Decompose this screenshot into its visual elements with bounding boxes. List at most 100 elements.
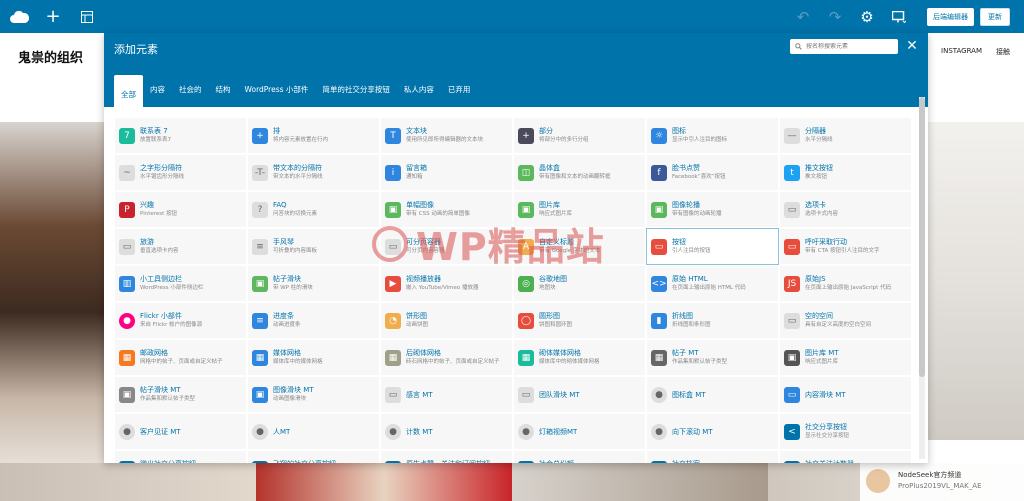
element-label: 留言箱 [406, 164, 427, 172]
element-icon: ▦ [252, 349, 268, 366]
tab-item[interactable]: 私人内容 [397, 81, 441, 99]
element-label: 推文按钮 [805, 164, 833, 172]
element-card[interactable]: JS 原始JS 在页面上输出原始 JavaScript 代码 [779, 265, 912, 302]
element-card[interactable]: ▣ 帖子滑块 MT 作品集和默认帖子类型 [114, 376, 247, 413]
element-card[interactable]: ● 向下滚动 MT [646, 413, 779, 450]
modal-header: 添加元素 ✕ 全部内容社会的结构WordPress 小部件简单的社交分享按钮私人… [104, 33, 928, 107]
element-label: 带文本的分隔符 [273, 164, 322, 172]
element-card[interactable]: ▭ 空的空间 具有自定义高度的空白空间 [779, 302, 912, 339]
element-card[interactable]: ▭ 呼吁采取行动 带有 CTA 按钮引人注目的文字 [779, 228, 912, 265]
element-card[interactable]: ● Flickr 小部件 来自 Flickr 帐户的图像源 [114, 302, 247, 339]
element-card[interactable]: ● 客户见证 MT [114, 413, 247, 450]
element-grid: 7 联系表 7 放置联系表7 + 排将内容元素放置在行内 T 文本块 使用所见即所得编辑器的文… [114, 117, 914, 463]
element-card[interactable]: ≡ 手风琴 可折叠的内容面板 [247, 228, 380, 265]
element-card[interactable]: ▣ 帖子滑块带 WP 柱的滑块 [247, 265, 380, 302]
element-card[interactable]: ▭ 团队滑块 MT [513, 376, 646, 413]
element-icon: i [385, 164, 401, 181]
element-card[interactable]: ? FAQ 问答块的切换元素 [247, 191, 380, 228]
element-label: 社交档案 [672, 459, 705, 463]
element-icon: + [518, 127, 534, 144]
element-icon: < [651, 460, 667, 463]
element-label: 折线图 [672, 312, 693, 320]
element-card[interactable]: -T- 带文本的分隔符 带文本的水平分隔线 [247, 154, 380, 191]
element-card[interactable]: ▥ 小工具侧边栏 WordPress 小部件侧边栏 [114, 265, 247, 302]
element-label: 呼吁采取行动 [805, 238, 847, 246]
tab-item[interactable]: 结构 [209, 81, 238, 99]
element-card[interactable]: + 排将内容元素放置在行内 [247, 117, 380, 154]
nav-item-instagram[interactable]: INSTAGRAM [941, 47, 982, 57]
redo-icon[interactable]: ↷ [819, 0, 851, 33]
cloud-logo-icon[interactable] [2, 0, 36, 33]
element-card[interactable]: — 分隔器 水平分隔线 [779, 117, 912, 154]
element-card[interactable]: <微出社交分享按钮显示微出社交分享按钮 [114, 450, 247, 463]
element-search-box[interactable] [790, 39, 898, 54]
element-card[interactable]: ◯ 圆形图 饼图和圆环图 [513, 302, 646, 339]
scrollbar-thumb[interactable] [919, 97, 925, 377]
tab-item[interactable]: 全部 [114, 75, 143, 107]
add-element-icon[interactable]: + [36, 0, 70, 33]
element-card[interactable]: + 部分 将部分中的多行分组 [513, 117, 646, 154]
element-card[interactable]: 7 联系表 7 放置联系表7 [114, 117, 247, 154]
element-card[interactable]: <社交档案显示社交档案 [646, 450, 779, 463]
element-card[interactable]: ≡ 进度条 动画进度条 [247, 302, 380, 339]
element-card[interactable]: ● 灯箱视频MT [513, 413, 646, 450]
undo-icon[interactable]: ↶ [787, 0, 819, 33]
close-icon[interactable]: ✕ [904, 36, 920, 56]
element-card[interactable]: ● 计数 MT [380, 413, 513, 450]
element-card[interactable]: ▭ 按钮 引人注目的按钮 [646, 228, 779, 265]
element-card[interactable]: ▦ 媒体网格 媒体库中的媒体网格 [247, 339, 380, 376]
element-card[interactable]: ▦ 帖子 MT 作品集和默认帖子类型 [646, 339, 779, 376]
element-card[interactable]: ▦ 邮政网格 网格中的帖子、页面或自定义帖子 [114, 339, 247, 376]
element-card[interactable]: ▦ 后砌体网格 砖石网格中的帖子、页面或自定义帖子 [380, 339, 513, 376]
element-card[interactable]: <社交关注计数器显示社交关注计数器 [779, 450, 912, 463]
element-description: 垂直选项卡内容 [140, 248, 179, 254]
tab-item[interactable]: WordPress 小部件 [238, 81, 316, 99]
element-card[interactable]: < 社交分享按钮 显示社交分享按钮 [779, 413, 912, 450]
responsive-preview-icon[interactable] [883, 0, 915, 33]
element-icon: 7 [119, 127, 135, 144]
element-card[interactable]: <原生点赞、关注和订阅按钮显示原生点赞、关注和订阅按钮 [380, 450, 513, 463]
element-search-input[interactable] [806, 43, 896, 50]
element-card[interactable]: ☼ 图标 显示中引人注目的图标 [646, 117, 779, 154]
element-card[interactable]: T 文本块 使用所见即所得编辑器的文本块 [380, 117, 513, 154]
element-card[interactable]: ◫ 晶体盒 带有图像和文本的动画翻转框 [513, 154, 646, 191]
tab-item[interactable]: 社会的 [172, 81, 209, 99]
element-card[interactable]: ◔ 饼形图 动画饼图 [380, 302, 513, 339]
element-card[interactable]: ▦ 砌体媒体网格 媒体库中的砌体媒体网格 [513, 339, 646, 376]
tab-item[interactable]: 简单的社交分享按钮 [315, 81, 397, 99]
element-card[interactable]: i 留言箱 通知箱 [380, 154, 513, 191]
element-card[interactable]: ● 人MT [247, 413, 380, 450]
element-card[interactable]: ▣ 图片库 MT 响应式图片库 [779, 339, 912, 376]
settings-gear-icon[interactable]: ⚙ [851, 0, 883, 33]
element-card[interactable]: ▣ 图像滑块 MT 动画图像滑块 [247, 376, 380, 413]
nav-item-contact[interactable]: 接触 [996, 47, 1010, 57]
element-card[interactable]: ▭ 感言 MT [380, 376, 513, 413]
element-card[interactable]: <社会总份额显示社会总份额 [513, 450, 646, 463]
element-card[interactable]: ▭ 旅游 垂直选项卡内容 [114, 228, 247, 265]
channel-notice[interactable]: NodeSeek官方频道 ProPlus2019VL_MAK_AE [860, 460, 1024, 501]
element-card[interactable]: <飞翔的社交分享按钮显示飞翔的社交分享按钮 [247, 450, 380, 463]
element-card[interactable]: P 兴趣 Pinterest 按钮 [114, 191, 247, 228]
element-card[interactable]: ▮ 折线图 折线图和条形图 [646, 302, 779, 339]
tab-item[interactable]: 内容 [143, 81, 172, 99]
update-button[interactable]: 更新 [980, 7, 1010, 26]
modal-scrollbar[interactable] [919, 97, 925, 459]
element-label: 按钮 [672, 238, 686, 246]
tab-item[interactable]: 已弃用 [441, 81, 478, 99]
element-label: 图像轮播 [672, 201, 700, 209]
element-icon: ◫ [518, 164, 534, 181]
layout-template-icon[interactable] [70, 0, 104, 33]
element-icon: ● [518, 423, 534, 440]
element-card[interactable]: ~ 之字形分隔符 水平锯齿形分隔线 [114, 154, 247, 191]
element-icon: ▦ [385, 349, 401, 366]
element-icon: ▦ [119, 349, 135, 366]
element-card[interactable]: ▣ 图像轮播 带有图像的动画轮播 [646, 191, 779, 228]
element-card[interactable]: ▭ 内容滑块 MT [779, 376, 912, 413]
backend-editor-button[interactable]: 后端编辑器 [927, 7, 974, 26]
element-card[interactable]: f 脸书点赞 Facebook“喜欢”按钮 [646, 154, 779, 191]
element-icon: ◎ [518, 275, 534, 292]
element-card[interactable]: ● 图标盒 MT [646, 376, 779, 413]
element-card[interactable]: <> 原始 HTML 在页面上输出原始 HTML 代码 [646, 265, 779, 302]
element-card[interactable]: ▭ 选项卡 选项卡式内容 [779, 191, 912, 228]
element-card[interactable]: t 推文按钮 推文按钮 [779, 154, 912, 191]
